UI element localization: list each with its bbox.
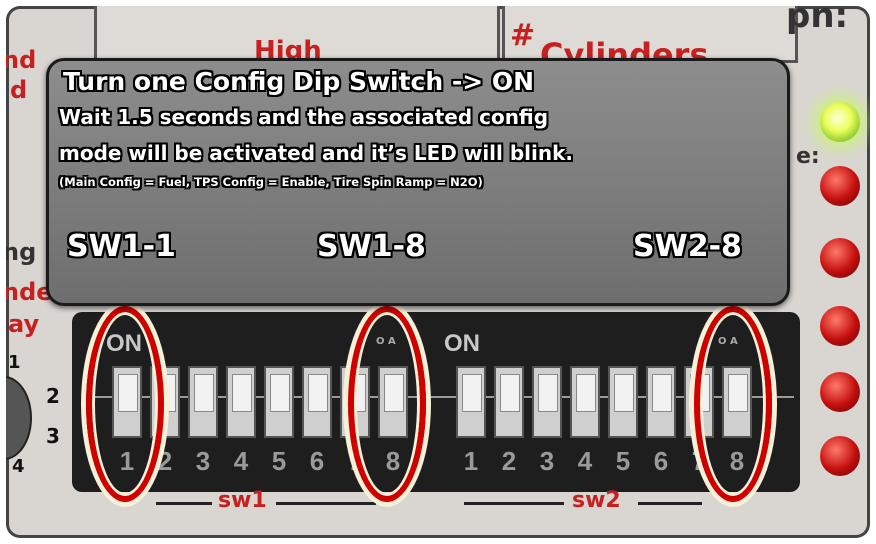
sw2-switch-knob-2 [500, 374, 520, 412]
sw2-switch-4[interactable] [570, 366, 600, 438]
sw2-switch-knob-1 [462, 374, 482, 412]
highlight-sw2-8 [694, 306, 772, 502]
dial-number-3: 3 [46, 424, 60, 448]
led-red-2 [820, 238, 860, 278]
sw2-switch-number-4: 4 [577, 446, 593, 476]
board-left-fragment-1: nd [6, 46, 37, 74]
sw2-switch-knob-3 [538, 374, 558, 412]
sw2-switch-knob-4 [576, 374, 596, 412]
highlight-sw1-8 [348, 306, 426, 502]
sw1-switch-3[interactable] [188, 366, 218, 438]
sw2-switch-1[interactable] [456, 366, 486, 438]
sw2-switch-2[interactable] [494, 366, 524, 438]
callout-line-2: mode will be activated and it’s LED will… [59, 141, 574, 165]
sw2-switch-knob-6 [652, 374, 672, 412]
highlight-sw1-1 [86, 306, 164, 502]
board-colon-text: e: [796, 144, 820, 169]
dial-number-1: 1 [8, 352, 21, 373]
sw2-on-label: ON [444, 330, 480, 357]
board-left-fragment-3: ng [6, 238, 37, 266]
callout-switch-label-sw1-8: SW1-8 [317, 229, 426, 264]
sw1-switch-knob-6 [308, 374, 328, 412]
callout-title: Turn one Config Dip Switch -> ON [63, 67, 535, 96]
sw1-switch-knob-3 [194, 374, 214, 412]
sw1-switch-6[interactable] [302, 366, 332, 438]
led-red-3 [820, 306, 860, 346]
led-red-1 [820, 166, 860, 206]
sw1-switch-knob-4 [232, 374, 252, 412]
led-red-4 [820, 372, 860, 412]
led-red-5 [820, 436, 860, 476]
dial-number-2: 2 [46, 384, 60, 408]
board-hash-text: # [510, 18, 536, 53]
sw1-switch-number-3: 3 [195, 446, 211, 476]
sw1-switch-number-5: 5 [271, 446, 287, 476]
board-left-fragment-2: d [10, 76, 28, 104]
callout-switch-label-sw2-8: SW2-8 [633, 229, 742, 264]
sw2-switch-5[interactable] [608, 366, 638, 438]
sw2-switch-6[interactable] [646, 366, 676, 438]
board-pn-text: pn: [786, 6, 849, 36]
sw1-switch-4[interactable] [226, 366, 256, 438]
sw1-switch-knob-5 [270, 374, 290, 412]
sw1-switch-number-6: 6 [309, 446, 325, 476]
board-photo: High # Cylinders pn: e: nd d ng nde ay 1… [6, 6, 870, 538]
callout-note: (Main Config = Fuel, TPS Config = Enable… [59, 175, 483, 189]
sw2-label: sw2 [572, 488, 621, 513]
callout-line-1: Wait 1.5 seconds and the associated conf… [59, 105, 549, 129]
sw2-underline-right [638, 502, 702, 505]
sw1-switch-5[interactable] [264, 366, 294, 438]
callout-switch-label-sw1-1: SW1-1 [67, 229, 176, 264]
sw2-underline-left [464, 502, 564, 505]
sw2-switch-number-2: 2 [501, 446, 517, 476]
sw1-underline-right [276, 502, 376, 505]
sw1-underline-left [156, 502, 212, 505]
sw2-switch-number-1: 1 [463, 446, 479, 476]
board-left-fragment-5: ay [8, 310, 40, 338]
sw2-switch-3[interactable] [532, 366, 562, 438]
led-green [820, 102, 860, 142]
sw1-label: sw1 [218, 488, 267, 513]
instruction-callout: Turn one Config Dip Switch -> ON Wait 1.… [46, 58, 790, 306]
sw2-switch-number-3: 3 [539, 446, 555, 476]
sw2-switch-number-5: 5 [615, 446, 631, 476]
sw1-switch-number-4: 4 [233, 446, 249, 476]
sw2-switch-number-6: 6 [653, 446, 669, 476]
rotary-dial [6, 376, 32, 460]
dial-number-4: 4 [12, 456, 25, 477]
sw2-switch-knob-5 [614, 374, 634, 412]
